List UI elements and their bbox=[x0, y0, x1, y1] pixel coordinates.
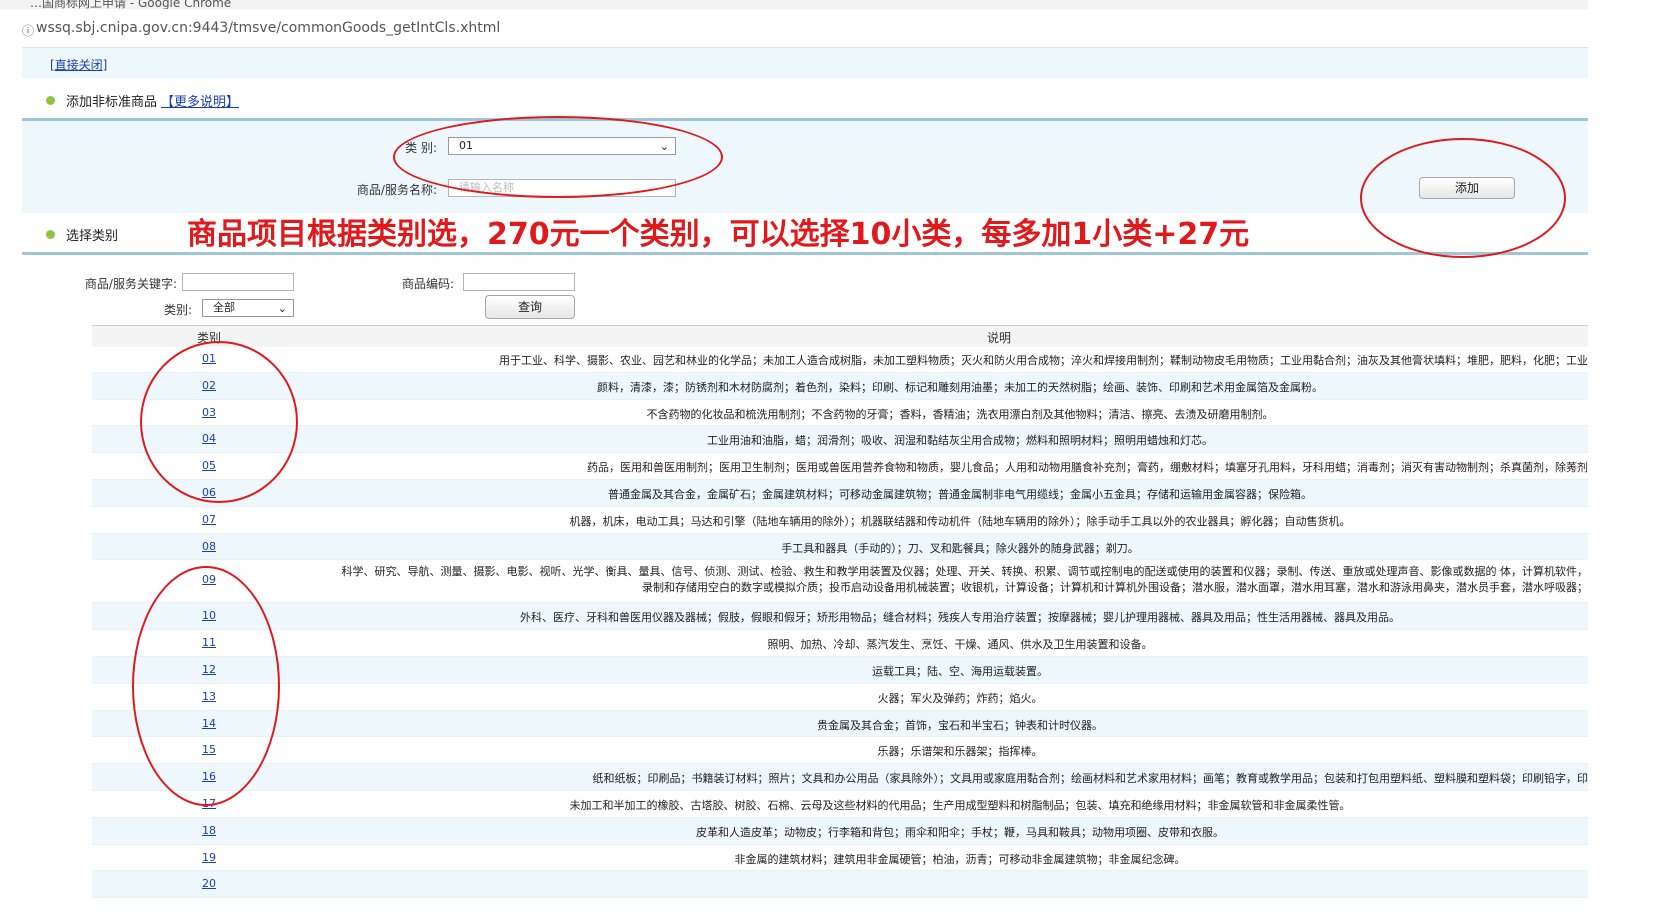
table-row: 05 药品，医用和兽医用制剂；医用卫生制剂；医用或兽医用营养食物和物质，婴儿食品；… bbox=[92, 453, 1588, 480]
section-title: 添加非标准商品 【更多说明】 bbox=[66, 91, 239, 110]
table-row: 14 贵金属及其合金；首饰，宝石和半宝石；钟表和计时仪器。 bbox=[92, 710, 1588, 738]
bullet-icon bbox=[46, 96, 55, 105]
class-link[interactable]: 10 bbox=[92, 609, 326, 622]
site-info-icon[interactable]: ⓘ bbox=[22, 22, 34, 39]
chevron-down-icon: ⌄ bbox=[659, 140, 669, 153]
class-desc: 药品，医用和兽医用制剂；医用卫生制剂；医用或兽医用营养食物和物质，婴儿食品；人用… bbox=[587, 461, 1588, 475]
class-link[interactable]: 15 bbox=[92, 743, 326, 756]
class-desc: 普通金属及其合金，金属矿石；金属建筑材料；可移动金属建筑物；普通金属制非电气用缆… bbox=[608, 487, 1312, 501]
table-row: 06 普通金属及其合金，金属矿石；金属建筑材料；可移动金属建筑物；普通金属制非电气… bbox=[92, 479, 1588, 507]
class-select[interactable]: 01 ⌄ bbox=[448, 137, 676, 155]
class-link[interactable]: 09 bbox=[92, 573, 326, 586]
table-row: 10 外科、医疗、牙科和兽医用仪器及器械；假肢，假眼和假牙；矫形用物品；缝合材料；… bbox=[92, 603, 1588, 631]
class-link[interactable]: 05 bbox=[92, 459, 326, 472]
class-desc: 未加工和半加工的橡胶、古塔胶、树胶、石棉、云母及这些材料的代用品；生产用成型塑料… bbox=[569, 798, 1351, 812]
window-title: …国商标网上申请 - Google Chrome bbox=[30, 0, 232, 9]
table-row: 08 手工具和器具（手动的）；刀、叉和匙餐具；除火器外的随身武器；剃刀。 bbox=[92, 533, 1588, 561]
section2-title: 选择类别 bbox=[66, 229, 119, 244]
address-bar[interactable]: ⓘ wssq.sbj.cnipa.gov.cn:9443/tmsve/commo… bbox=[22, 9, 1588, 48]
class-desc: 火器；军火及弹药；炸药；焰火。 bbox=[877, 691, 1043, 705]
code-input[interactable] bbox=[463, 273, 575, 291]
class-link[interactable]: 14 bbox=[92, 717, 326, 730]
more-info-link[interactable]: 【更多说明】 bbox=[161, 95, 239, 110]
class-link[interactable]: 18 bbox=[92, 824, 326, 837]
table-row: 11 照明、加热、冷却、蒸汽发生、烹饪、干燥、通风、供水及卫生用装置和设备。 bbox=[92, 630, 1588, 657]
keyword-input[interactable] bbox=[182, 273, 294, 291]
name-input[interactable]: 请输入名称 bbox=[448, 179, 676, 197]
chevron-down-icon: ⌄ bbox=[277, 302, 287, 315]
table-row: 02 颜料，清漆，漆；防锈剂和木材防腐剂；着色剂，染料；印刷、标记和雕刻用油墨；未… bbox=[92, 372, 1588, 400]
class-link[interactable]: 17 bbox=[92, 797, 326, 810]
url-text[interactable]: wssq.sbj.cnipa.gov.cn:9443/tmsve/commonG… bbox=[36, 20, 500, 36]
class-desc: 纸和纸板；印刷品；书籍装订材料；照片；文具和办公用品（家具除外）；文具用或家庭用… bbox=[592, 772, 1589, 786]
table-row: 18 皮革和人造皮革；动物皮；行李箱和背包；雨伞和阳伞；手杖；鞭，马具和鞍具；动物… bbox=[92, 817, 1588, 845]
class-desc: 运载工具；陆、空、海用运载装置。 bbox=[872, 664, 1048, 678]
outside-area bbox=[1588, 0, 1675, 922]
class-link[interactable]: 04 bbox=[92, 432, 326, 445]
class-link[interactable]: 01 bbox=[92, 352, 326, 365]
table-row: 17 未加工和半加工的橡胶、古塔胶、树胶、石棉、云母及这些材料的代用品；生产用成型… bbox=[92, 791, 1588, 818]
class-link[interactable]: 03 bbox=[92, 406, 326, 419]
table-header: 类别 说明 bbox=[92, 325, 1588, 347]
table-row: 16 纸和纸板；印刷品；书籍装订材料；照片；文具和办公用品（家具除外）；文具用或家… bbox=[92, 764, 1588, 791]
class-link[interactable]: 12 bbox=[92, 663, 326, 676]
table-row: 07 机器，机床，电动工具；马达和引擎（陆地车辆用的除外）；机器联结器和传动机件（… bbox=[92, 507, 1588, 534]
class-link[interactable]: 13 bbox=[92, 690, 326, 703]
class-desc: 外科、医疗、牙科和兽医用仪器及器械；假肢，假眼和假牙；矫形用物品；缝合材料；残疾… bbox=[520, 611, 1400, 625]
class-desc: 非金属的建筑材料；建筑用非金属硬管；柏油，沥青；可移动非金属建筑物；非金属纪念碑… bbox=[734, 852, 1186, 866]
table-row: 13 火器；军火及弹药；炸药；焰火。 bbox=[92, 684, 1588, 711]
class-desc: 科学、研究、导航、测量、摄影、电影、视听、光学、衡具、量具、信号、侦测、测试、检… bbox=[341, 565, 1589, 595]
bullet-icon bbox=[46, 230, 55, 239]
search-class-label: 类别: bbox=[163, 303, 192, 317]
class-desc: 乐器；乐谱架和乐器架；指挥棒。 bbox=[877, 745, 1043, 759]
class-link[interactable]: 02 bbox=[92, 379, 326, 392]
top-band: [直接关闭] bbox=[22, 48, 1588, 78]
class-link[interactable]: 08 bbox=[92, 540, 326, 553]
class-link[interactable]: 20 bbox=[92, 877, 326, 890]
header-class: 类别 bbox=[196, 331, 221, 345]
code-label: 商品编码: bbox=[401, 277, 454, 291]
class-desc: 贵金属及其合金；首饰，宝石和半宝石；钟表和计时仪器。 bbox=[817, 718, 1103, 732]
search-class-select[interactable]: 全部 ⌄ bbox=[202, 299, 294, 317]
class-desc: 机器，机床，电动工具；马达和引擎（陆地车辆用的除外）；机器联结器和传动机件（陆地… bbox=[569, 514, 1351, 528]
close-link[interactable]: [直接关闭] bbox=[50, 56, 107, 73]
table-row: 19 非金属的建筑材料；建筑用非金属硬管；柏油，沥青；可移动非金属建筑物；非金属纪… bbox=[92, 845, 1588, 872]
section-title-text: 添加非标准商品 bbox=[66, 95, 158, 110]
header-desc: 说明 bbox=[986, 331, 1011, 345]
class-link[interactable]: 11 bbox=[92, 636, 326, 649]
class-link[interactable]: 16 bbox=[92, 770, 326, 783]
name-label: 商品/服务名称: bbox=[356, 183, 437, 197]
class-desc: 皮革和人造皮革；动物皮；行李箱和背包；雨伞和阳伞；手杖；鞭，马具和鞍具；动物用项… bbox=[696, 825, 1224, 839]
table-row: 12 运载工具；陆、空、海用运载装置。 bbox=[92, 656, 1588, 684]
class-link[interactable]: 06 bbox=[92, 486, 326, 499]
search-class-value: 全部 bbox=[213, 301, 235, 314]
class-desc: 不含药物的化妆品和梳洗用制剂；不含药物的牙膏；香料，香精油；洗衣用漂白剂及其他物… bbox=[646, 407, 1274, 421]
class-link[interactable]: 07 bbox=[92, 513, 326, 526]
window-title-bar: …国商标网上申请 - Google Chrome bbox=[0, 0, 1600, 9]
table-row: 03 不含药物的化妆品和梳洗用制剂；不含药物的牙膏；香料，香精油；洗衣用漂白剂及其… bbox=[92, 400, 1588, 427]
class-desc: 手工具和器具（手动的）；刀、叉和匙餐具；除火器外的随身武器；剃刀。 bbox=[781, 541, 1139, 555]
section-add-nonstandard: 添加非标准商品 【更多说明】 bbox=[22, 82, 1588, 121]
class-desc: 用于工业、科学、摄影、农业、园艺和林业的化学品；未加工人造合成树脂，未加工塑料物… bbox=[499, 354, 1588, 367]
class-desc: 照明、加热、冷却、蒸汽发生、烹饪、干燥、通风、供水及卫生用装置和设备。 bbox=[767, 638, 1153, 652]
class-desc: 工业用油和油脂，蜡；润滑剂；吸收、润湿和黏结灰尘用合成物；燃料和照明材料；照明用… bbox=[707, 434, 1213, 448]
class-table: 01 用于工业、科学、摄影、农业、园艺和林业的化学品；未加工人造合成树脂，未加工塑… bbox=[92, 346, 1589, 899]
class-desc: 颜料，清漆，漆；防锈剂和木材防腐剂；着色剂，染料；印刷、标记和雕刻用油墨；未加工… bbox=[597, 380, 1323, 394]
class-link[interactable]: 19 bbox=[92, 851, 326, 864]
page-content: [直接关闭] 添加非标准商品 【更多说明】 类 别: 01 ⌄ 商品/服务名称: … bbox=[22, 48, 1588, 922]
class-select-value: 01 bbox=[459, 139, 473, 152]
add-form-band bbox=[22, 121, 1588, 213]
query-button[interactable]: 查询 bbox=[485, 295, 575, 319]
price-annotation: 商品项目根据类别选，270元一个类别，可以选择10小类，每多加1小类+27元 bbox=[187, 217, 1250, 252]
add-button[interactable]: 添加 bbox=[1419, 177, 1515, 199]
table-row: 01 用于工业、科学、摄影、农业、园艺和林业的化学品；未加工人造合成树脂，未加工塑… bbox=[92, 346, 1588, 373]
table-row: 04 工业用油和油脂，蜡；润滑剂；吸收、润湿和黏结灰尘用合成物；燃料和照明材料；照… bbox=[92, 426, 1588, 454]
table-row: 20 bbox=[92, 871, 1588, 899]
class-label: 类 别: bbox=[405, 141, 437, 155]
keyword-label: 商品/服务关键字: bbox=[84, 277, 177, 291]
table-row: 09 科学、研究、导航、测量、摄影、电影、视听、光学、衡具、量具、信号、侦测、测试… bbox=[92, 560, 1589, 604]
table-row: 15 乐器；乐谱架和乐器架；指挥棒。 bbox=[92, 737, 1588, 765]
